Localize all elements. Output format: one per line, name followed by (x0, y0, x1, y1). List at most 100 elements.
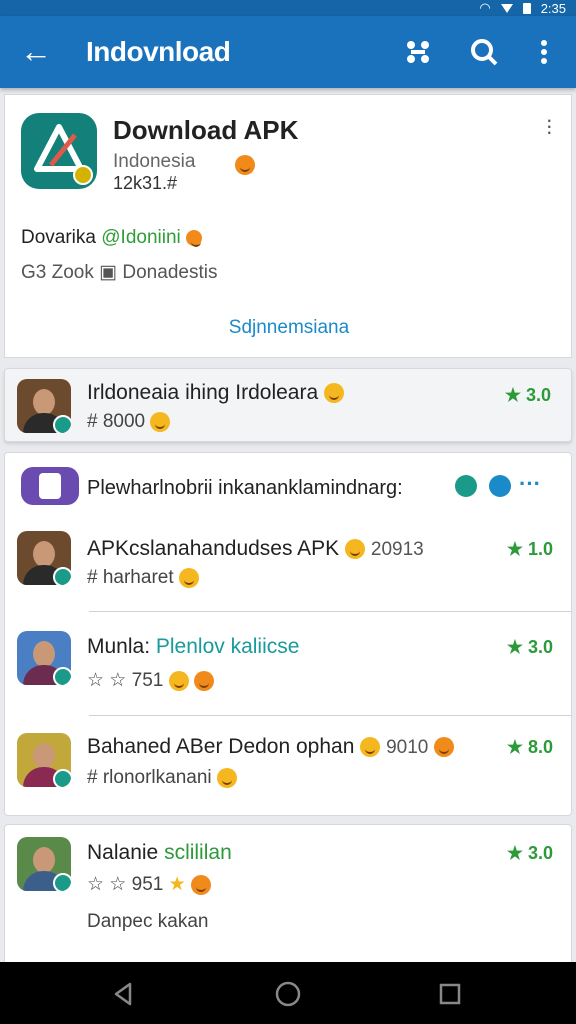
status-time: 2:35 (540, 0, 566, 16)
emoji-icon (193, 670, 214, 691)
item-subtitle-text: # harharet (87, 567, 174, 588)
verified-icon (53, 567, 71, 585)
item-subtitle: # harharet (87, 567, 199, 589)
item-title: APKcslanahandudses APK 20913 (87, 537, 424, 561)
featured-subtitle: # 8000 (87, 411, 171, 433)
system-nav-bar (0, 962, 576, 1024)
rating-value: 3.0 (525, 385, 551, 405)
verified-icon (73, 165, 93, 185)
rating: ★ 3.0 (506, 843, 553, 863)
rating-value: 3.0 (527, 843, 553, 863)
emoji-icon (216, 767, 237, 788)
developer-handle[interactable]: @Idoniini (101, 227, 181, 248)
list-item[interactable]: Bahaned ABer Dedon ophan 9010 # rlonorlk… (5, 721, 573, 821)
item-title: Munla: Plenlov kaliicse (87, 635, 299, 659)
rating: ★ 1.0 (506, 539, 553, 559)
divider (89, 715, 571, 716)
app-title: Indovnload (86, 36, 231, 67)
avatar (17, 379, 71, 433)
avatar (17, 733, 71, 787)
app-detail-card: Download APK Indonesia 12k31.# · · · Dovar… (4, 94, 572, 358)
app-list-group: Plewharlnobrii inkananklamindnarg: ··· A… (4, 452, 572, 816)
verified-icon (53, 415, 71, 433)
rating-value: 8.0 (527, 737, 553, 757)
item-note: Danpec kakan (87, 911, 209, 932)
avatar (17, 531, 71, 585)
emoji-icon (168, 670, 189, 691)
emoji-icon (360, 737, 381, 758)
nav-recents-icon[interactable] (436, 980, 464, 1008)
wifi-icon (500, 3, 513, 13)
star-icon: ★ (168, 874, 186, 895)
shuffle-icon[interactable] (400, 34, 436, 70)
item-subtitle: ☆ ☆ 751 (87, 669, 214, 692)
verified-icon (455, 475, 477, 497)
item-title-text: Munla: (87, 635, 151, 658)
rating: ★ 8.0 (506, 737, 553, 757)
battery-icon (522, 2, 531, 14)
group-header: Plewharlnobrii inkananklamindnarg: (87, 477, 403, 499)
list-item[interactable]: Munla: Plenlov kaliicse ☆ ☆ 751 ★ 3.0 (5, 619, 573, 719)
list-item[interactable]: Nalanie sclililan ☆ ☆ 951 ★ Danpec kakan… (5, 825, 573, 932)
more-vert-icon[interactable]: · · · (546, 109, 553, 143)
verified-icon (53, 769, 71, 787)
item-title-accent: sclililan (164, 841, 232, 864)
app-logo-icon (21, 113, 97, 189)
item-title: Bahaned ABer Dedon ophan 9010 (87, 735, 455, 759)
item-subtitle-text: # rlonorlkanani (87, 767, 212, 788)
featured-subtitle-text: # 8000 (87, 411, 146, 432)
signal-icon: ◠ (479, 0, 491, 15)
meta-size: G3 Zook (21, 262, 94, 283)
rating: ★ 3.0 (504, 385, 551, 405)
list-item[interactable]: APKcslanahandudses APK 20913 # harharet … (5, 517, 573, 617)
emoji-icon (178, 567, 199, 588)
featured-title: Irldoneaia ihing Irdoleara (87, 381, 344, 405)
more-vert-icon[interactable] (526, 34, 562, 70)
featured-app-row[interactable]: Irldoneaia ihing Irdoleara # 8000 ★ 3.0 (4, 368, 572, 442)
item-subtitle-text: ☆ ☆ 951 (87, 874, 164, 895)
item-extra: 9010 (386, 737, 429, 758)
avatar (17, 837, 71, 891)
more-link[interactable]: Sdjnnemsiana (5, 317, 573, 339)
item-title-text: Bahaned ABer Dedon ophan (87, 735, 355, 758)
meta-line: G3 Zook ▣ Donadestis (21, 261, 217, 284)
rating-value: 3.0 (527, 637, 553, 657)
avatar (21, 467, 79, 505)
rating: ★ 3.0 (506, 637, 553, 657)
verified-icon (53, 873, 71, 891)
divider (89, 611, 571, 612)
search-icon[interactable] (466, 34, 502, 70)
avatar (17, 631, 71, 685)
emoji-icon (434, 737, 455, 758)
emoji-icon (190, 874, 211, 895)
item-subtitle: ☆ ☆ 951 ★ (87, 873, 211, 896)
back-arrow-icon[interactable]: ← (18, 34, 54, 70)
item-title: Nalanie sclililan (87, 841, 232, 865)
rating-value: 1.0 (527, 539, 553, 559)
meta-tag: Donadestis (122, 262, 218, 283)
emoji-icon (186, 229, 203, 247)
app-region: Indonesia (113, 151, 196, 172)
verified-icon (53, 667, 71, 685)
emoji-icon (324, 383, 344, 404)
item-extra: 20913 (370, 539, 424, 560)
emoji-icon (345, 539, 366, 560)
nav-back-icon[interactable] (110, 980, 138, 1008)
app-bar: ← Indovnload (0, 16, 576, 88)
bag-icon: ▣ (99, 262, 123, 283)
featured-title-text: Irldoneaia ihing Irdoleara (87, 381, 319, 404)
app-id: 12k31.# (113, 173, 178, 193)
item-subtitle-text: ☆ ☆ 751 (87, 670, 164, 691)
emoji-icon (235, 155, 255, 175)
status-bar: ◠ 2:35 (0, 0, 576, 16)
developer-line: Dovarika @Idoniini (21, 227, 203, 249)
emoji-icon (150, 411, 171, 432)
more-horiz-icon[interactable]: ··· (519, 471, 541, 497)
app-list-group: Nalanie sclililan ☆ ☆ 951 ★ Danpec kakan… (4, 824, 572, 974)
item-title-text: Nalanie (87, 841, 159, 864)
item-title-text: APKcslanahandudses APK (87, 537, 340, 560)
developer-name: Dovarika (21, 227, 96, 248)
nav-home-icon[interactable] (274, 980, 302, 1008)
item-title-accent: Plenlov kaliicse (155, 635, 300, 658)
share-icon[interactable] (489, 475, 511, 497)
